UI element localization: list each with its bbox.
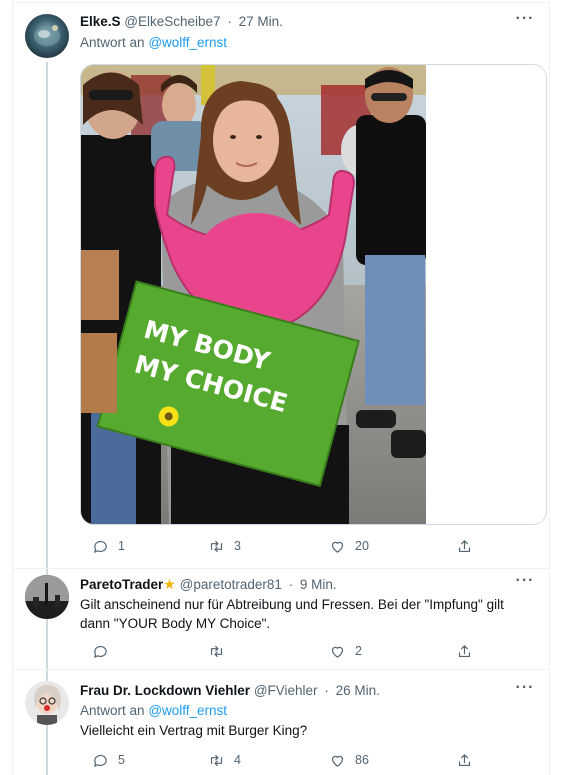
avatar-image bbox=[25, 14, 69, 58]
tweet-header: ParetoTrader★ @paretotrader81 · 9 Min. ·… bbox=[80, 573, 537, 593]
retweet-count: 3 bbox=[234, 539, 241, 553]
tweet-text: Gilt anscheinend nur für Abtreibung und … bbox=[80, 597, 504, 631]
display-name[interactable]: Frau Dr. Lockdown Viehler bbox=[80, 683, 250, 698]
like-count: 20 bbox=[355, 539, 369, 553]
like-button[interactable]: 20 bbox=[329, 536, 369, 556]
reply-context: Antwort an @wolff_ernst bbox=[80, 34, 227, 52]
more-icon[interactable]: ··· bbox=[513, 680, 537, 700]
user-handle[interactable]: @ElkeScheibe7 bbox=[124, 14, 220, 29]
retweet-icon bbox=[210, 645, 223, 657]
avatar-image bbox=[25, 681, 69, 725]
tweet-header: Frau Dr. Lockdown Viehler @FViehler · 26… bbox=[80, 680, 537, 700]
reply-button[interactable] bbox=[92, 641, 118, 661]
avatar-image bbox=[25, 575, 69, 619]
separator-dot: · bbox=[324, 683, 329, 698]
more-icon[interactable]: ··· bbox=[513, 11, 537, 31]
reply-icon bbox=[94, 645, 107, 658]
tweet-paretotrader[interactable]: ParetoTrader★ @paretotrader81 · 9 Min. ·… bbox=[13, 569, 549, 669]
tweet-text: Vielleicht ein Vertrag mit Burger King? bbox=[80, 723, 308, 738]
user-handle[interactable]: @FViehler bbox=[254, 683, 318, 698]
like-count: 86 bbox=[355, 753, 369, 767]
photo-protest-sign: MY BODY MY CHOICE bbox=[81, 65, 546, 524]
reply-prefix: Antwort an bbox=[80, 35, 145, 50]
display-name[interactable]: Elke.S bbox=[80, 14, 121, 29]
retweet-button[interactable] bbox=[208, 641, 234, 661]
separator-dot: · bbox=[288, 577, 294, 592]
share-button[interactable] bbox=[456, 641, 473, 661]
timestamp[interactable]: 9 Min. bbox=[300, 577, 337, 592]
reply-count: 5 bbox=[118, 753, 125, 767]
retweet-button[interactable]: 3 bbox=[208, 536, 241, 556]
display-name[interactable]: ParetoTrader bbox=[80, 577, 163, 592]
share-icon bbox=[458, 644, 471, 657]
avatar[interactable] bbox=[25, 681, 69, 725]
tweet-actions: 2 bbox=[80, 641, 475, 661]
timeline: Elke.S @ElkeScheibe7 · 27 Min. ··· Antwo… bbox=[12, 0, 550, 775]
user-handle[interactable]: @paretotrader81 bbox=[180, 577, 282, 592]
share-button[interactable] bbox=[456, 750, 473, 770]
tweet-photo[interactable]: MY BODY MY CHOICE bbox=[80, 64, 547, 525]
retweet-icon bbox=[210, 754, 223, 766]
tweet-elke[interactable]: Elke.S @ElkeScheibe7 · 27 Min. ··· Antwo… bbox=[13, 0, 549, 775]
retweet-button[interactable]: 4 bbox=[208, 750, 241, 770]
like-icon bbox=[331, 755, 344, 767]
like-icon bbox=[331, 646, 344, 658]
reply-button[interactable]: 5 bbox=[92, 750, 125, 770]
like-button[interactable]: 86 bbox=[329, 750, 369, 770]
more-icon[interactable]: ··· bbox=[513, 573, 537, 593]
tweet-viehler[interactable]: Frau Dr. Lockdown Viehler @FViehler · 26… bbox=[13, 670, 549, 775]
tweet-actions: 5 4 86 bbox=[80, 750, 475, 770]
reply-icon bbox=[94, 540, 107, 553]
avatar[interactable] bbox=[25, 575, 69, 619]
reply-prefix: Antwort an bbox=[80, 703, 145, 718]
share-icon bbox=[458, 753, 471, 766]
reply-count: 1 bbox=[118, 539, 125, 553]
share-button[interactable] bbox=[456, 536, 473, 556]
tweet-header: Elke.S @ElkeScheibe7 · 27 Min. ··· bbox=[80, 11, 537, 31]
star-badge-icon: ★ bbox=[163, 576, 176, 592]
thread-line bbox=[46, 729, 48, 775]
tweet-actions: 1 3 20 bbox=[80, 536, 475, 556]
timestamp[interactable]: 27 Min. bbox=[239, 14, 283, 29]
reply-context: Antwort an @wolff_ernst bbox=[80, 702, 227, 720]
like-count: 2 bbox=[355, 644, 362, 658]
reply-icon bbox=[94, 754, 107, 767]
like-icon bbox=[331, 541, 344, 553]
retweet-count: 4 bbox=[234, 753, 241, 767]
like-button[interactable]: 2 bbox=[329, 641, 362, 661]
separator-dot: · bbox=[227, 14, 232, 29]
share-icon bbox=[458, 539, 471, 552]
reply-mention-link[interactable]: @wolff_ernst bbox=[148, 35, 227, 50]
reply-button[interactable]: 1 bbox=[92, 536, 125, 556]
avatar[interactable] bbox=[25, 14, 69, 58]
retweet-icon bbox=[210, 540, 223, 552]
reply-mention-link[interactable]: @wolff_ernst bbox=[148, 703, 227, 718]
timestamp[interactable]: 26 Min. bbox=[336, 683, 380, 698]
